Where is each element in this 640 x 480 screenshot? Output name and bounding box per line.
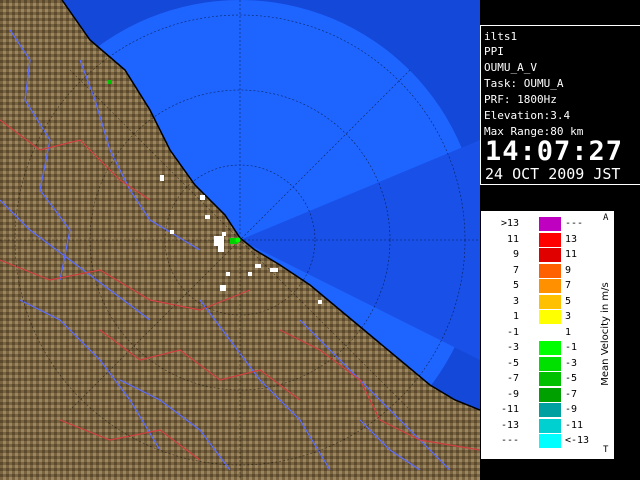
legend-lower-bound: 7	[512, 264, 519, 276]
scan-date: 24 OCT 2009 JST	[485, 165, 621, 183]
legend-upper-bound: 1	[565, 326, 572, 338]
legend-color-swatch	[539, 387, 561, 402]
task-name: Task: OUMU_A	[484, 77, 564, 90]
legend-color-swatch	[539, 325, 561, 340]
legend-upper-bound: -3	[565, 357, 578, 369]
legend-upper-bound: 5	[565, 295, 572, 307]
legend-lower-bound: -1	[506, 326, 519, 338]
legend-upper-bound: 11	[565, 249, 578, 260]
legend-lower-bound: -5	[506, 357, 519, 369]
legend-upper-bound: -9	[565, 404, 578, 415]
legend-upper-bound: <-13	[565, 435, 590, 446]
velocity-legend: A >13 --- 11 13 9 11 7 9 5 7 3 5 1 3 -1 1 -3 -1 -5 -3 -7 -5 -9…	[480, 210, 615, 460]
legend-color-swatch	[539, 263, 561, 278]
legend-upper-bound: 7	[565, 280, 572, 291]
legend-color-swatch	[539, 434, 561, 448]
legend-upper-bound: -11	[565, 419, 584, 431]
legend-lower-bound: 5	[512, 280, 519, 291]
legend-lower-bound: -7	[506, 373, 519, 384]
prf-value: PRF: 1800Hz	[484, 93, 557, 106]
radar-ppi-map[interactable]	[0, 0, 480, 480]
product-name: OUMU_A_V	[484, 61, 537, 74]
legend-color-swatch	[539, 356, 561, 371]
legend-upper-bound: -5	[565, 373, 578, 384]
legend-color-swatch	[539, 418, 561, 433]
legend-color-swatch	[539, 248, 561, 262]
legend-upper-bound: -7	[565, 388, 578, 400]
legend-upper-bound: 9	[565, 264, 572, 276]
site-name: ilts1	[484, 30, 518, 43]
legend-lower-bound: 9	[512, 249, 519, 260]
scan-time: 14:07:27	[485, 136, 624, 167]
product-type: PPI	[484, 45, 504, 58]
legend-lower-bound: -9	[506, 388, 519, 400]
legend-color-swatch	[539, 403, 561, 417]
legend-corner-bottom: T	[603, 445, 609, 455]
elevation-value: Elevation:3.4	[484, 109, 571, 122]
legend-lower-bound: ---	[500, 435, 519, 446]
legend-color-swatch	[539, 232, 561, 247]
radar-site-marker	[235, 237, 241, 243]
radar-info-panel: ilts1 PPI OUMU_A_V Task: OUMU_A PRF: 180…	[480, 25, 640, 185]
legend-lower-bound: 1	[512, 311, 519, 322]
legend-lower-bound: 3	[512, 295, 519, 307]
legend-lower-bound: -11	[500, 404, 519, 415]
legend-lower-bound: 11	[506, 233, 519, 245]
legend-color-swatch	[539, 341, 561, 355]
legend-upper-bound: ---	[565, 218, 584, 229]
legend-title: Mean Velocity in m/s	[600, 282, 611, 386]
legend-lower-bound: -13	[500, 419, 519, 431]
legend-color-swatch	[539, 294, 561, 309]
legend-lower-bound: >13	[500, 218, 519, 229]
legend-color-swatch	[539, 279, 561, 293]
legend-upper-bound: 13	[565, 233, 578, 245]
legend-lower-bound: -3	[506, 342, 519, 353]
legend-color-swatch	[539, 217, 561, 231]
legend-upper-bound: 3	[565, 311, 572, 322]
legend-color-swatch	[539, 310, 561, 324]
legend-color-swatch	[539, 372, 561, 386]
legend-upper-bound: -1	[565, 342, 578, 353]
